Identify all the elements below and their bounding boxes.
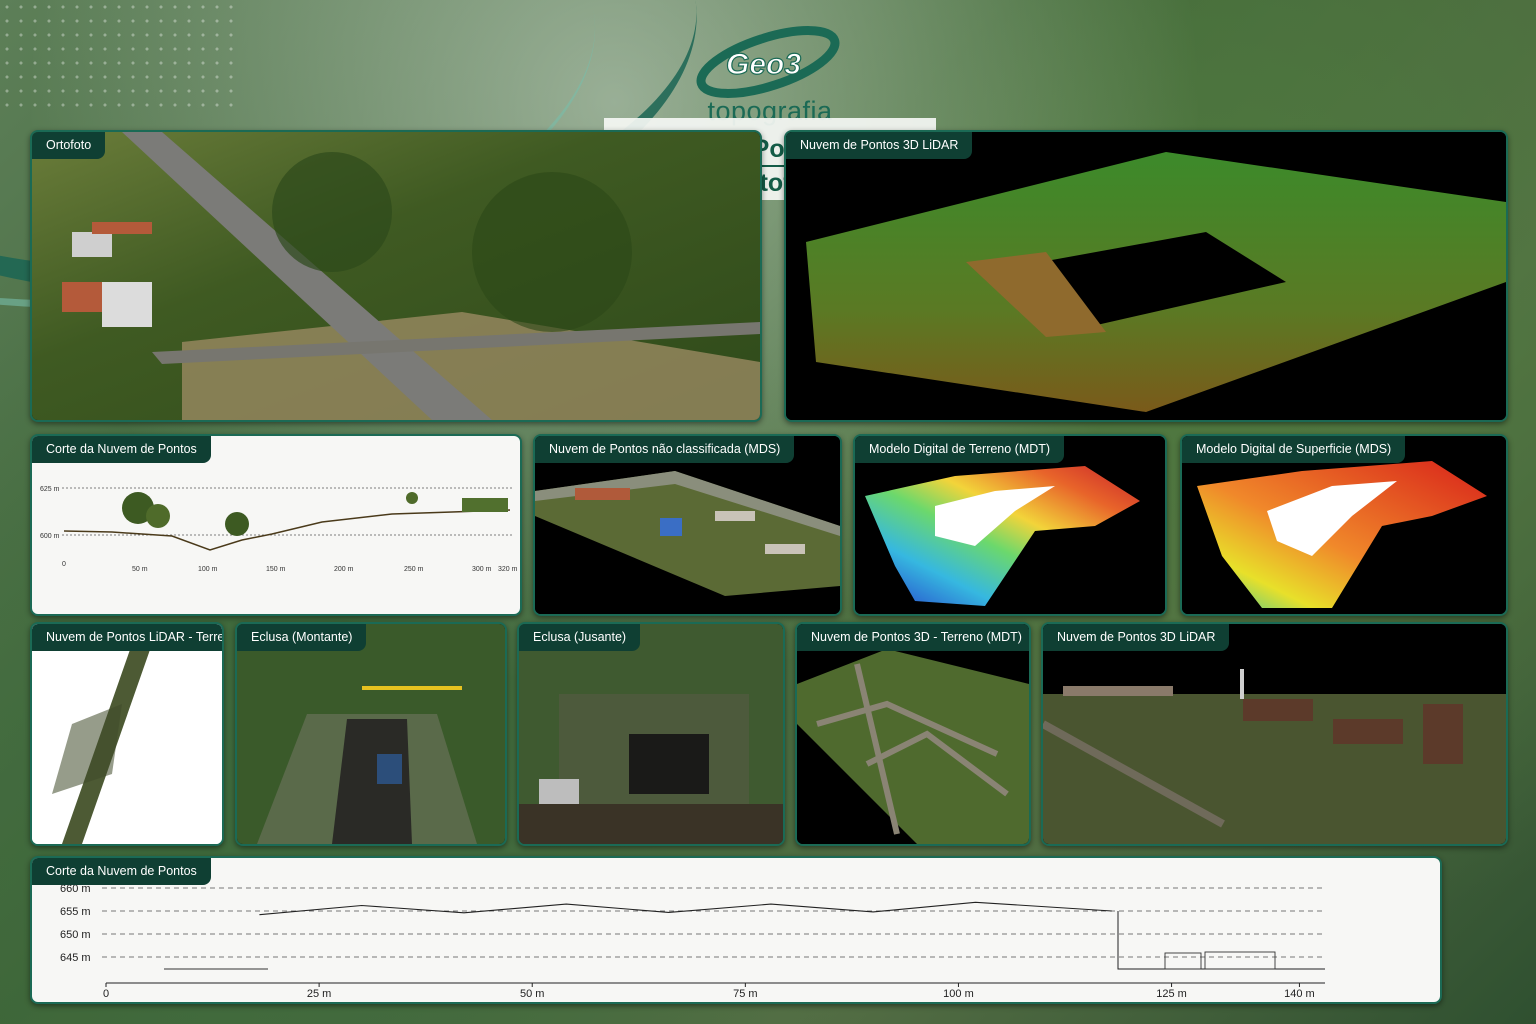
drop-line	[1117, 911, 1325, 970]
mdt-panel: Modelo Digital de Terreno (MDT)	[853, 434, 1167, 616]
x-label-100: 100 m	[198, 566, 218, 573]
tree-mark	[406, 492, 418, 504]
lidar3d-bottom-panel: Nuvem de Pontos 3D LiDAR	[1041, 622, 1508, 846]
nao-classificada-panel: Nuvem de Pontos não classificada (MDS)	[533, 434, 842, 616]
terrestre-panel: Nuvem de Pontos LiDAR - Terrestre	[30, 622, 224, 846]
mds-panel: Modelo Digital de Superficie (MDS)	[1180, 434, 1508, 616]
lidar3d-top-label: Nuvem de Pontos 3D LiDAR	[786, 132, 973, 159]
x-label-0: 0	[62, 561, 66, 568]
x-label-50: 50 m	[132, 566, 148, 573]
corte-large-label: Corte da Nuvem de Pontos	[32, 858, 211, 885]
lidar3d-top-panel: Nuvem de Pontos 3D LiDAR	[784, 130, 1508, 422]
terreno3d-image	[797, 624, 1029, 844]
x-label-250: 250 m	[404, 566, 424, 573]
ortofoto-image	[32, 132, 760, 420]
profile-line	[259, 901, 1112, 916]
x-tick-label: 100 m	[943, 988, 974, 1000]
y-label-650: 650 m	[60, 929, 91, 941]
structure-mark	[1164, 952, 1202, 970]
decorative-dot-grid	[0, 0, 240, 110]
logo-mark: Geo3	[696, 26, 840, 98]
eclusa-jusante-image	[519, 624, 783, 844]
corte-small-label: Corte da Nuvem de Pontos	[32, 436, 211, 463]
terreno3d-label: Nuvem de Pontos 3D - Terreno (MDT)	[797, 624, 1029, 651]
structure-mark	[1204, 951, 1276, 970]
y-label-645: 645 m	[60, 952, 91, 964]
x-label-150: 150 m	[266, 566, 286, 573]
corte-large-chart: 660 m 655 m 650 m 645 m 0 25 m 50 m 75 m 100…	[60, 883, 1325, 1000]
x-tick-label: 125 m	[1156, 988, 1187, 1000]
ortofoto-panel: Ortofoto	[30, 130, 762, 422]
tree-mark	[146, 504, 170, 528]
eclusa-jusante-panel: Eclusa (Jusante)	[517, 622, 785, 846]
x-label-200: 200 m	[334, 566, 354, 573]
y-label-655: 655 m	[60, 906, 91, 918]
x-label-320: 320 m	[498, 566, 518, 573]
y-label-625: 625 m	[40, 486, 60, 493]
terrestre-image	[32, 624, 222, 844]
x-tick-label: 50 m	[520, 988, 544, 1000]
logo-mark-text: Geo3	[726, 48, 801, 81]
mdt-label: Modelo Digital de Terreno (MDT)	[855, 436, 1065, 463]
nao-classificada-label: Nuvem de Pontos não classificada (MDS)	[535, 436, 795, 463]
eclusa-montante-image	[237, 624, 505, 844]
tree-mark	[225, 512, 249, 536]
eclusa-jusante-label: Eclusa (Jusante)	[519, 624, 641, 651]
eclusa-montante-label: Eclusa (Montante)	[237, 624, 367, 651]
ortofoto-label: Ortofoto	[32, 132, 106, 159]
terrestre-label: Nuvem de Pontos LiDAR - Terrestre	[32, 624, 222, 651]
x-tick-label: 25 m	[307, 988, 331, 1000]
lidar3d-bottom-label: Nuvem de Pontos 3D LiDAR	[1043, 624, 1230, 651]
vegetation-mark	[462, 498, 508, 512]
lidar3d-bottom-image	[1043, 624, 1506, 844]
lidar3d-top-image	[786, 132, 1506, 420]
corte-large-panel: 660 m 655 m 650 m 645 m 0 25 m 50 m 75 m 100…	[30, 856, 1442, 1004]
x-label-300: 300 m	[472, 566, 492, 573]
x-tick-label: 140 m	[1284, 988, 1315, 1000]
eclusa-montante-panel: Eclusa (Montante)	[235, 622, 507, 846]
x-tick-label: 75 m	[733, 988, 757, 1000]
y-label-600: 600 m	[40, 533, 60, 540]
mds-label: Modelo Digital de Superficie (MDS)	[1182, 436, 1406, 463]
terreno3d-panel: Nuvem de Pontos 3D - Terreno (MDT)	[795, 622, 1031, 846]
x-tick-label: 0	[103, 988, 109, 1000]
corte-small-panel: 625 m 600 m 0 50 m 100 m 150 m 200 m 250…	[30, 434, 522, 616]
geo3-logo: Geo3 topografia	[690, 18, 850, 128]
